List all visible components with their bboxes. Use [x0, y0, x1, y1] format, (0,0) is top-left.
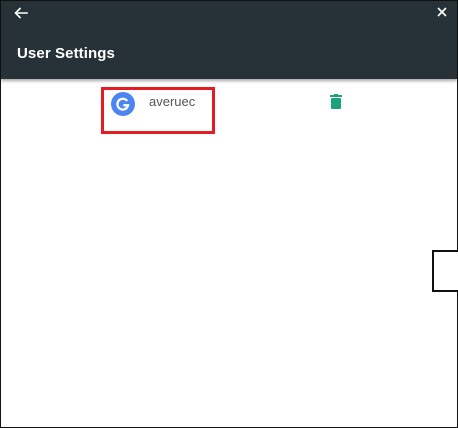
app-header: User Settings — [1, 1, 457, 79]
back-button[interactable] — [13, 5, 29, 21]
account-row — [101, 87, 341, 119]
side-panel-handle[interactable] — [432, 250, 458, 292]
arrow-left-icon — [14, 7, 28, 19]
delete-account-button[interactable] — [330, 94, 342, 109]
trash-icon — [330, 94, 342, 109]
page-title: User Settings — [17, 45, 115, 62]
account-username[interactable]: averuec — [149, 94, 195, 109]
close-button[interactable] — [435, 5, 449, 19]
close-icon — [437, 7, 447, 17]
google-icon — [111, 92, 135, 116]
window-frame: User Settings averuec — [0, 0, 458, 428]
